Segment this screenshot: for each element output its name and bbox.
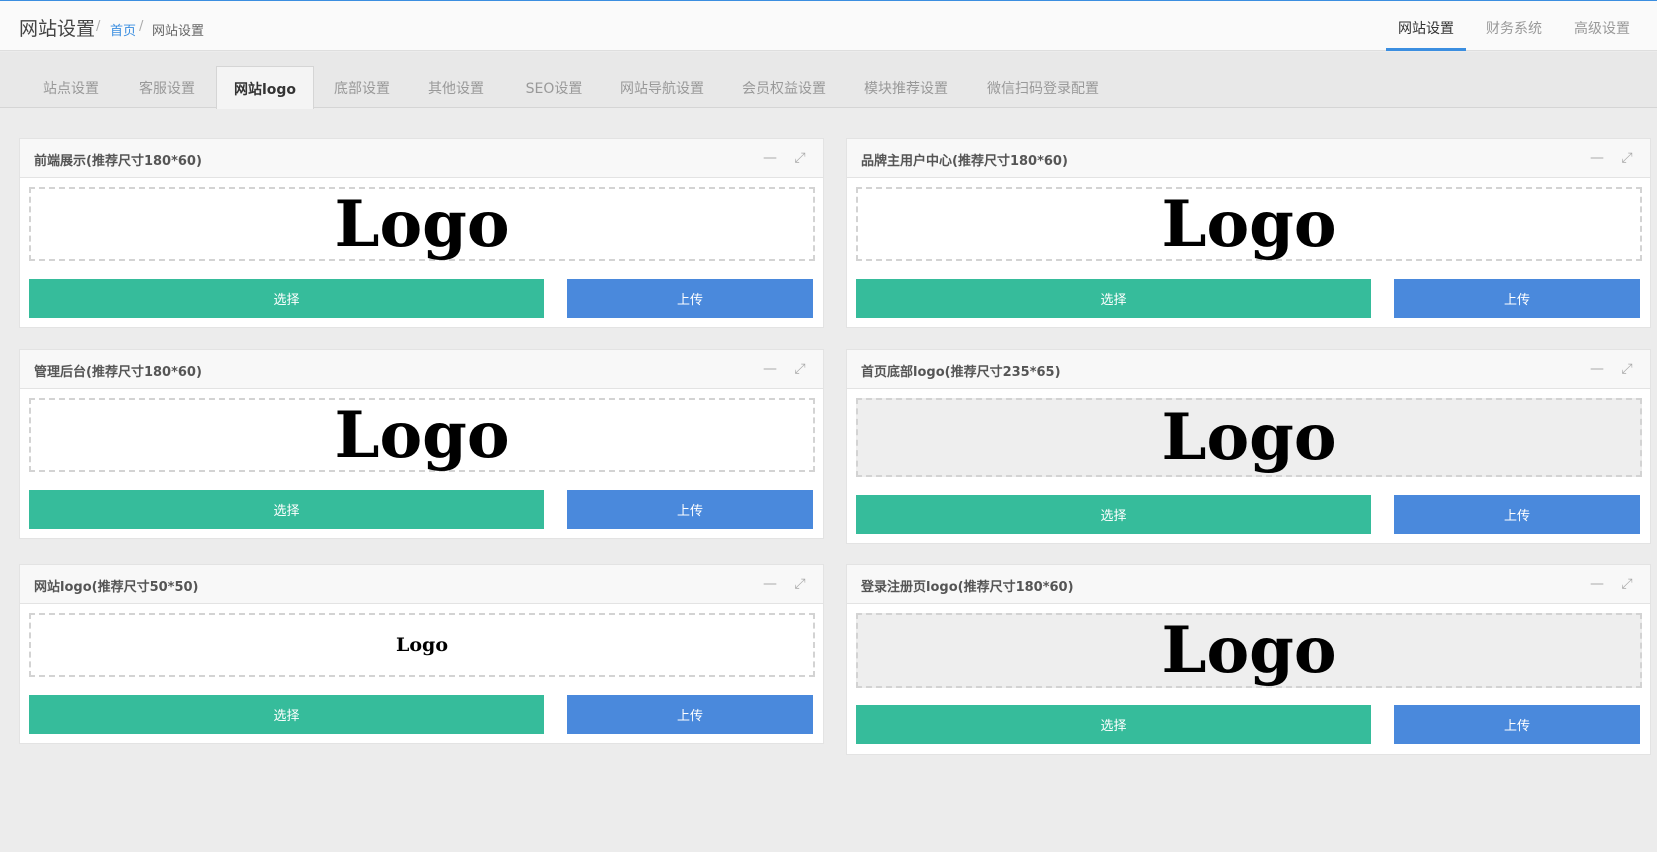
minimize-icon[interactable]: — bbox=[1589, 361, 1605, 377]
tab-seo-settings[interactable]: SEO设置 bbox=[516, 66, 592, 108]
top-tab-finance-system[interactable]: 财务系统 bbox=[1474, 1, 1554, 51]
panel-title: 网站logo(推荐尺寸50*50) bbox=[34, 580, 199, 595]
compress-icon[interactable]: ⤢ bbox=[1619, 576, 1635, 592]
logo-preview: Logo bbox=[29, 398, 815, 473]
breadcrumb-home-link[interactable]: 首页 bbox=[110, 20, 136, 39]
logo-panel-login-register: 登录注册页logo(推荐尺寸180*60) — ⤢ Logo 选择 上传 bbox=[846, 564, 1651, 755]
panel-title: 首页底部logo(推荐尺寸235*65) bbox=[861, 365, 1061, 380]
breadcrumb-separator: / bbox=[96, 19, 101, 34]
page-title: 网站设置 bbox=[19, 18, 96, 40]
logo-panel-brand-user-center: 品牌主用户中心(推荐尺寸180*60) — ⤢ Logo 选择 上传 bbox=[846, 138, 1651, 328]
panel-header: 登录注册页logo(推荐尺寸180*60) — ⤢ bbox=[847, 565, 1650, 604]
logo-preview: Logo bbox=[856, 398, 1642, 477]
logo-panel-website-logo: 网站logo(推荐尺寸50*50) — ⤢ Logo 选择 上传 bbox=[19, 564, 824, 744]
upload-button[interactable]: 上传 bbox=[1394, 495, 1640, 534]
tab-website-logo[interactable]: 网站logo bbox=[216, 66, 314, 109]
panel-header: 首页底部logo(推荐尺寸235*65) — ⤢ bbox=[847, 350, 1650, 389]
panel-title: 前端展示(推荐尺寸180*60) bbox=[34, 154, 202, 169]
upload-button[interactable]: 上传 bbox=[567, 279, 813, 318]
minimize-icon[interactable]: — bbox=[762, 361, 778, 377]
panel-header: 管理后台(推荐尺寸180*60) — ⤢ bbox=[20, 350, 823, 389]
select-button[interactable]: 选择 bbox=[29, 695, 544, 734]
panel-title: 登录注册页logo(推荐尺寸180*60) bbox=[861, 580, 1074, 595]
compress-icon[interactable]: ⤢ bbox=[792, 150, 808, 166]
select-button[interactable]: 选择 bbox=[856, 495, 1371, 534]
logo-preview: Logo bbox=[29, 613, 815, 677]
tab-site-settings[interactable]: 站点设置 bbox=[36, 66, 106, 108]
breadcrumb-separator: / bbox=[139, 19, 144, 34]
logo-panel-frontend: 前端展示(推荐尺寸180*60) — ⤢ Logo 选择 上传 bbox=[19, 138, 824, 328]
logo-preview: Logo bbox=[29, 187, 815, 262]
tab-footer-settings[interactable]: 底部设置 bbox=[326, 66, 398, 108]
settings-tab-bar: 站点设置 客服设置 网站logo 底部设置 其他设置 SEO设置 网站导航设置 … bbox=[0, 52, 1657, 109]
top-tab-advanced-settings[interactable]: 高级设置 bbox=[1560, 1, 1644, 51]
compress-icon[interactable]: ⤢ bbox=[1619, 150, 1635, 166]
panel-header: 品牌主用户中心(推荐尺寸180*60) — ⤢ bbox=[847, 139, 1650, 178]
logo-preview: Logo bbox=[856, 187, 1642, 262]
page-header: 网站设置 / 首页 / 网站设置 网站设置 财务系统 高级设置 bbox=[0, 1, 1657, 51]
upload-button[interactable]: 上传 bbox=[1394, 705, 1640, 744]
minimize-icon[interactable]: — bbox=[1589, 576, 1605, 592]
upload-button[interactable]: 上传 bbox=[567, 695, 813, 734]
select-button[interactable]: 选择 bbox=[856, 279, 1371, 318]
top-tab-website-settings[interactable]: 网站设置 bbox=[1386, 1, 1466, 51]
minimize-icon[interactable]: — bbox=[762, 150, 778, 166]
logo-panel-homepage-footer: 首页底部logo(推荐尺寸235*65) — ⤢ Logo 选择 上传 bbox=[846, 349, 1651, 544]
minimize-icon[interactable]: — bbox=[762, 576, 778, 592]
compress-icon[interactable]: ⤢ bbox=[1619, 361, 1635, 377]
upload-button[interactable]: 上传 bbox=[567, 490, 813, 529]
minimize-icon[interactable]: — bbox=[1589, 150, 1605, 166]
logo-preview: Logo bbox=[856, 613, 1642, 688]
panel-title: 管理后台(推荐尺寸180*60) bbox=[34, 365, 202, 380]
tab-wechat-login-config[interactable]: 微信扫码登录配置 bbox=[978, 66, 1108, 108]
logo-panel-admin: 管理后台(推荐尺寸180*60) — ⤢ Logo 选择 上传 bbox=[19, 349, 824, 539]
tab-module-recommend[interactable]: 模块推荐设置 bbox=[856, 66, 956, 108]
panel-header: 前端展示(推荐尺寸180*60) — ⤢ bbox=[20, 139, 823, 178]
select-button[interactable]: 选择 bbox=[29, 490, 544, 529]
tab-customer-service[interactable]: 客服设置 bbox=[132, 66, 202, 108]
upload-button[interactable]: 上传 bbox=[1394, 279, 1640, 318]
compress-icon[interactable]: ⤢ bbox=[792, 576, 808, 592]
compress-icon[interactable]: ⤢ bbox=[792, 361, 808, 377]
breadcrumb-current: 网站设置 bbox=[152, 24, 205, 39]
tab-other-settings[interactable]: 其他设置 bbox=[420, 66, 492, 108]
panel-header: 网站logo(推荐尺寸50*50) — ⤢ bbox=[20, 565, 823, 604]
tab-nav-settings[interactable]: 网站导航设置 bbox=[612, 66, 712, 108]
select-button[interactable]: 选择 bbox=[856, 705, 1371, 744]
select-button[interactable]: 选择 bbox=[29, 279, 544, 318]
tab-member-benefits[interactable]: 会员权益设置 bbox=[734, 66, 834, 108]
panel-title: 品牌主用户中心(推荐尺寸180*60) bbox=[861, 154, 1068, 169]
